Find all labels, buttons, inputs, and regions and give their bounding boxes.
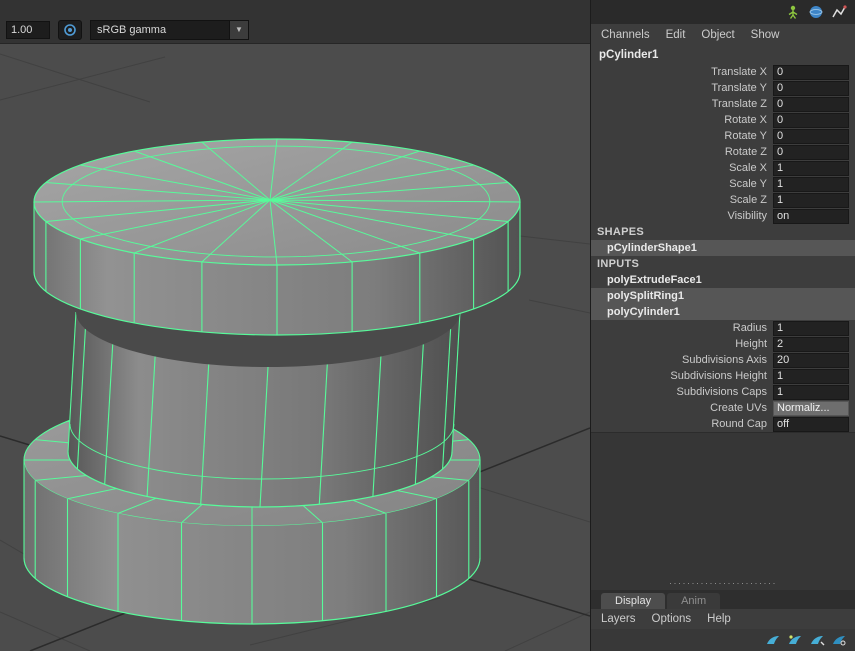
channel-label[interactable]: Create UVs	[710, 402, 767, 414]
camera-sphere-icon[interactable]	[808, 4, 824, 20]
graph-icon[interactable]	[831, 4, 847, 20]
selected-mesh-pcylinder1[interactable]	[24, 139, 520, 624]
subdivisions-axis-field[interactable]: 20	[773, 353, 849, 368]
gamma-dropdown[interactable]: sRGB gamma ▼	[90, 20, 249, 40]
translate-x-field[interactable]: 0	[773, 65, 849, 80]
layer-editor-menubar: Layers Options Help	[591, 609, 855, 629]
height-field[interactable]: 2	[773, 337, 849, 352]
viewport-toolbar: 1.00 sRGB gamma ▼	[0, 0, 590, 44]
layer-action-icon-2[interactable]	[787, 633, 803, 647]
layer-action-icon-1[interactable]	[765, 633, 781, 647]
channel-row-rotate-y[interactable]: Rotate Y 0	[591, 128, 855, 144]
channel-row-visibility[interactable]: Visibility on	[591, 208, 855, 224]
channel-row-radius[interactable]: Radius 1	[591, 320, 855, 336]
channel-row-subdivisions-axis[interactable]: Subdivisions Axis 20	[591, 352, 855, 368]
channel-row-translate-y[interactable]: Translate Y 0	[591, 80, 855, 96]
channel-row-rotate-x[interactable]: Rotate X 0	[591, 112, 855, 128]
layer-editor-toolbar	[591, 629, 855, 651]
channel-label[interactable]: Rotate Y	[724, 130, 767, 142]
channel-label[interactable]: Radius	[733, 322, 767, 334]
channel-row-rotate-z[interactable]: Rotate Z 0	[591, 144, 855, 160]
channel-row-translate-x[interactable]: Translate X 0	[591, 64, 855, 80]
channel-row-scale-z[interactable]: Scale Z 1	[591, 192, 855, 208]
create-uvs-dropdown[interactable]: Normaliz...	[773, 401, 849, 416]
scale-x-field[interactable]: 1	[773, 161, 849, 176]
channel-row-subdivisions-caps[interactable]: Subdivisions Caps 1	[591, 384, 855, 400]
channel-label[interactable]: Rotate Z	[725, 146, 767, 158]
rotate-y-field[interactable]: 0	[773, 129, 849, 144]
channel-box-panel: Channels Edit Object Show pCylinder1 Tra…	[590, 0, 855, 651]
menu-object[interactable]: Object	[701, 29, 734, 41]
channel-label[interactable]: Subdivisions Caps	[677, 386, 768, 398]
layer-action-icon-4[interactable]	[831, 633, 847, 647]
color-management-toggle[interactable]	[58, 20, 82, 40]
translate-y-field[interactable]: 0	[773, 81, 849, 96]
channel-box-menubar: Channels Edit Object Show	[591, 24, 855, 46]
menu-options[interactable]: Options	[652, 613, 692, 625]
translate-z-field[interactable]: 0	[773, 97, 849, 112]
viewport-3d[interactable]	[0, 0, 590, 651]
channel-label[interactable]: Subdivisions Axis	[682, 354, 767, 366]
menu-edit[interactable]: Edit	[666, 29, 686, 41]
channel-row-translate-z[interactable]: Translate Z 0	[591, 96, 855, 112]
channel-row-create-uvs[interactable]: Create UVs Normaliz...	[591, 400, 855, 416]
channel-label[interactable]: Translate Y	[711, 82, 767, 94]
gamma-selected-value: sRGB gamma	[91, 21, 229, 39]
exposure-input[interactable]: 1.00	[6, 21, 50, 39]
channel-row-height[interactable]: Height 2	[591, 336, 855, 352]
channel-label[interactable]: Translate Z	[712, 98, 767, 110]
channel-label[interactable]: Scale X	[729, 162, 767, 174]
scale-z-field[interactable]: 1	[773, 193, 849, 208]
tab-anim[interactable]: Anim	[667, 593, 720, 609]
maya-window: 1.00 sRGB gamma ▼	[0, 0, 855, 651]
subdivisions-caps-field[interactable]: 1	[773, 385, 849, 400]
channel-label[interactable]: Scale Z	[730, 194, 767, 206]
panel-splitter-handle[interactable]: ························	[591, 578, 855, 590]
channel-box-empty-area	[591, 432, 855, 578]
color-management-icon	[63, 23, 77, 37]
shape-node-pcylindershape1[interactable]: pCylinderShape1	[591, 240, 855, 256]
scale-y-field[interactable]: 1	[773, 177, 849, 192]
channel-label[interactable]: Round Cap	[711, 418, 767, 430]
menu-layers[interactable]: Layers	[601, 613, 636, 625]
rotate-z-field[interactable]: 0	[773, 145, 849, 160]
node-name-pcylinder1[interactable]: pCylinder1	[591, 46, 855, 64]
inputs-section-header: INPUTS	[591, 256, 855, 272]
channel-row-round-cap[interactable]: Round Cap off	[591, 416, 855, 432]
input-node-polysplitring1[interactable]: polySplitRing1	[591, 288, 855, 304]
channel-label[interactable]: Translate X	[711, 66, 767, 78]
menu-show[interactable]: Show	[751, 29, 780, 41]
input-node-polyextrudeface1[interactable]: polyExtrudeFace1	[591, 272, 855, 288]
channel-label[interactable]: Rotate X	[724, 114, 767, 126]
channel-label[interactable]: Scale Y	[729, 178, 767, 190]
menu-help[interactable]: Help	[707, 613, 731, 625]
channel-row-subdivisions-height[interactable]: Subdivisions Height 1	[591, 368, 855, 384]
channel-label[interactable]: Subdivisions Height	[670, 370, 767, 382]
channel-row-scale-x[interactable]: Scale X 1	[591, 160, 855, 176]
channel-label[interactable]: Visibility	[727, 210, 767, 222]
rotate-x-field[interactable]: 0	[773, 113, 849, 128]
shapes-section-header: SHAPES	[591, 224, 855, 240]
subdivisions-height-field[interactable]: 1	[773, 369, 849, 384]
rig-icon[interactable]	[785, 4, 801, 20]
input-node-polycylinder1[interactable]: polyCylinder1	[591, 304, 855, 320]
visibility-field[interactable]: on	[773, 209, 849, 224]
tab-display[interactable]: Display	[601, 593, 665, 609]
panel-top-strip	[591, 0, 855, 24]
layer-action-icon-3[interactable]	[809, 633, 825, 647]
radius-field[interactable]: 1	[773, 321, 849, 336]
panel-tabbar: Display Anim	[591, 590, 855, 609]
channel-label[interactable]: Height	[735, 338, 767, 350]
channel-row-scale-y[interactable]: Scale Y 1	[591, 176, 855, 192]
chevron-down-icon[interactable]: ▼	[229, 21, 248, 39]
menu-channels[interactable]: Channels	[601, 29, 650, 41]
round-cap-field[interactable]: off	[773, 417, 849, 432]
